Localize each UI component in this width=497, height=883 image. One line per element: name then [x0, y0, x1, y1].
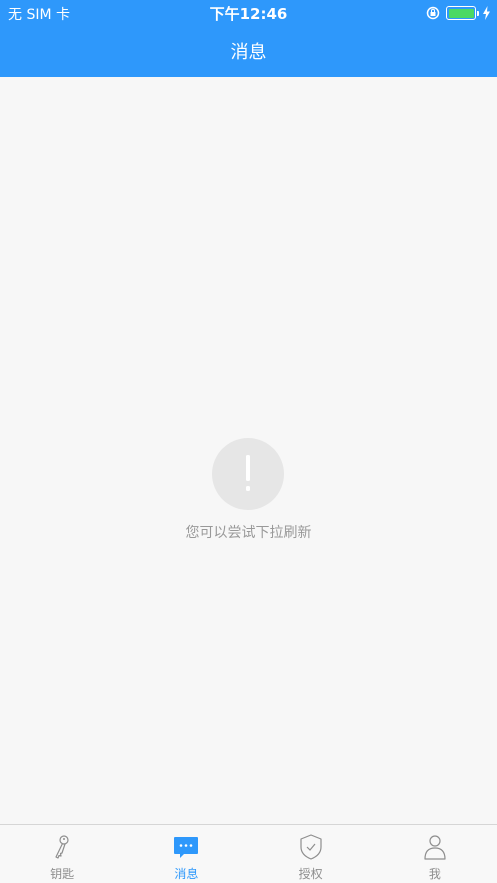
tab-messages[interactable]: 消息 [124, 825, 248, 883]
rotation-lock-icon [426, 6, 440, 20]
battery-fill [448, 8, 474, 18]
key-icon [55, 835, 69, 859]
tab-label-messages: 消息 [174, 867, 199, 881]
tab-bar: 钥匙 消息 授权 我 [0, 824, 497, 883]
page-title: 消息 [230, 42, 267, 63]
shield-check-icon [300, 834, 322, 860]
message-icon [174, 837, 199, 858]
battery-icon [446, 6, 479, 20]
tab-me[interactable]: 我 [373, 825, 497, 883]
status-time: 下午12:46 [209, 5, 288, 23]
tab-label-keys: 钥匙 [50, 867, 75, 881]
status-bar: 无 SIM 卡 下午12:46 [0, 0, 497, 26]
status-indicators [426, 3, 491, 23]
charging-bolt-icon [483, 6, 490, 20]
person-icon [424, 835, 446, 860]
tab-keys[interactable]: 钥匙 [0, 825, 124, 883]
tab-label-authorization: 授权 [298, 867, 323, 881]
tab-label-me: 我 [428, 867, 441, 881]
battery-tip [476, 10, 479, 16]
empty-state-icon [212, 438, 284, 510]
empty-state-message: 您可以尝试下拉刷新 [185, 525, 312, 541]
exclamation-icon [246, 455, 250, 491]
header: 无 SIM 卡 下午12:46 消息 [0, 0, 497, 77]
tab-authorization[interactable]: 授权 [249, 825, 373, 883]
message-list-area[interactable]: 您可以尝试下拉刷新 [0, 77, 497, 824]
